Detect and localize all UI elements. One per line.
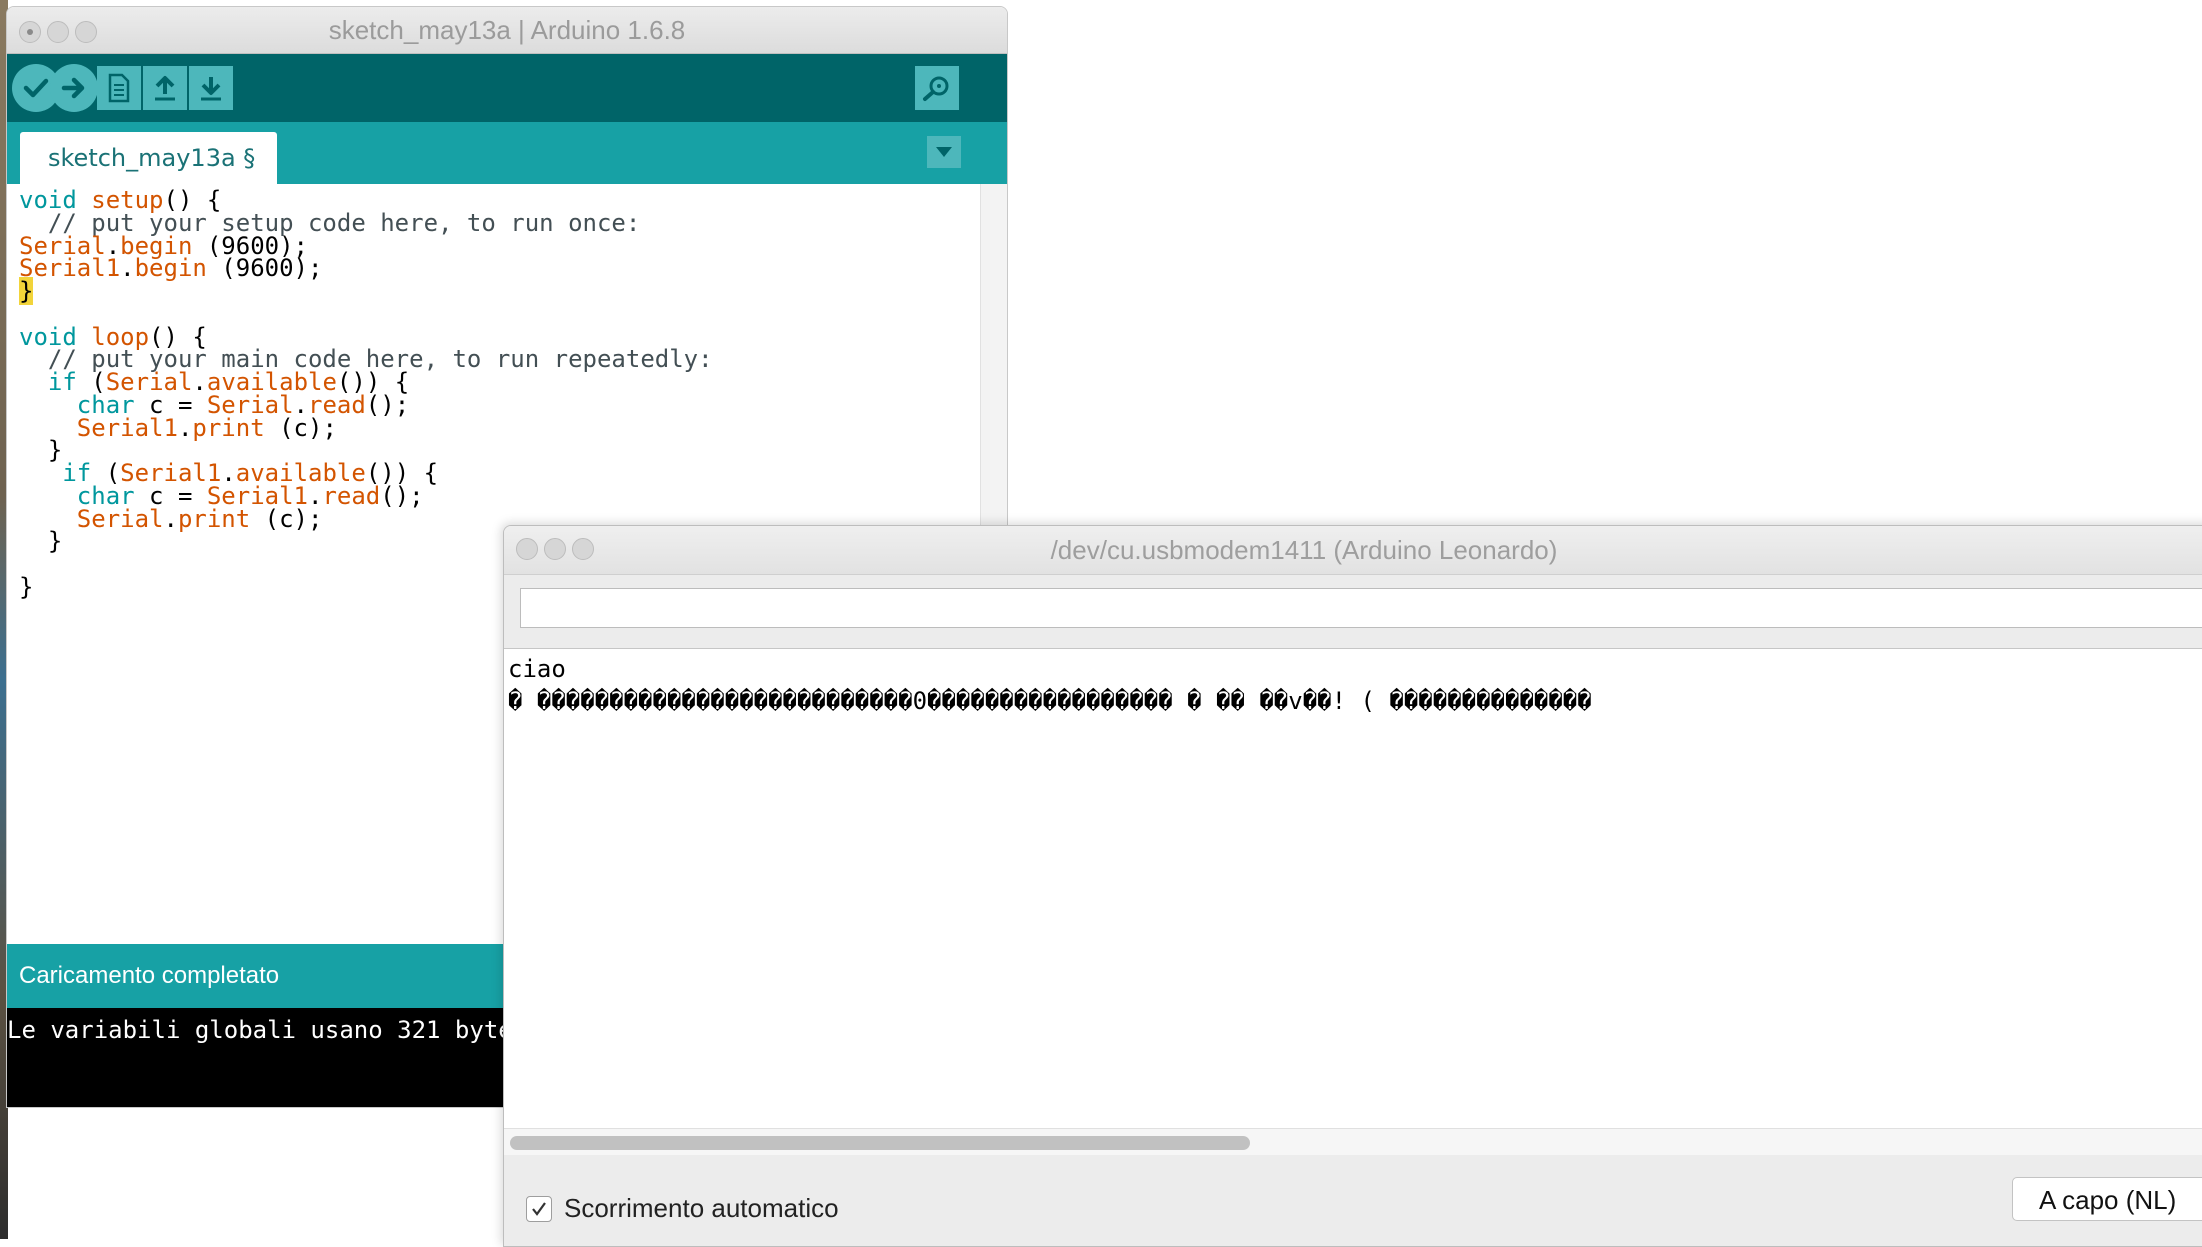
output-line: � ��������������������������0�����������… [508, 687, 1592, 715]
code-line[interactable]: Serial1.print (c); [19, 412, 337, 444]
open-sketch-button[interactable] [143, 66, 187, 110]
code-token: begin [134, 254, 207, 283]
code-token: . [177, 413, 193, 442]
autoscroll-option[interactable]: Scorrimento automatico [526, 1193, 839, 1224]
checkmark-icon [532, 1201, 546, 1216]
magnifier-icon [923, 76, 949, 101]
serial-close-button[interactable] [516, 538, 538, 560]
code-token: (); [365, 390, 410, 419]
code-token: } [19, 572, 34, 601]
save-sketch-button[interactable] [189, 66, 233, 110]
autoscroll-checkbox[interactable] [526, 1195, 552, 1222]
line-ending-select[interactable]: A capo (NL) [2012, 1177, 2202, 1221]
serial-minimize-button[interactable] [544, 538, 566, 560]
serial-titlebar[interactable]: /dev/cu.usbmodem1411 (Arduino Leonardo) [504, 526, 2202, 575]
autoscroll-label: Scorrimento automatico [564, 1193, 839, 1223]
code-line[interactable]: } [19, 525, 62, 557]
serial-window-title: /dev/cu.usbmodem1411 (Arduino Leonardo) [1050, 535, 1558, 565]
output-horizontal-scrollbar[interactable] [504, 1128, 2202, 1155]
code-token: Serial [76, 504, 164, 533]
arrow-down-icon [201, 77, 221, 101]
code-token: Serial1 [76, 413, 178, 442]
triangle-down-icon [936, 147, 952, 157]
tab-sketch[interactable]: sketch_may13a § [20, 132, 278, 184]
document-icon [108, 73, 130, 103]
arrow-up-icon [155, 76, 175, 101]
code-line[interactable]: } [19, 571, 33, 603]
arrow-right-icon [61, 77, 85, 99]
code-line[interactable]: Serial.print (c); [19, 503, 323, 535]
code-token: print [192, 413, 265, 442]
code-token: print [177, 504, 251, 533]
code-token: Serial1 [19, 254, 121, 283]
code-line[interactable]: Serial1.begin (9600); [19, 252, 322, 284]
code-token: . [163, 504, 178, 533]
ide-titlebar[interactable]: sketch_may13a | Arduino 1.6.8 [7, 7, 1007, 54]
ide-window-title: sketch_may13a | Arduino 1.6.8 [328, 15, 686, 45]
new-sketch-button[interactable] [97, 66, 141, 110]
checkmark-icon [23, 78, 49, 98]
code-line[interactable]: } [19, 275, 34, 307]
code-token: } [19, 527, 63, 556]
upload-button[interactable] [50, 64, 98, 112]
code-token: read [322, 481, 381, 510]
serial-monitor-window: /dev/cu.usbmodem1411 (Arduino Leonardo) … [503, 525, 2202, 1247]
scrollbar-thumb[interactable] [510, 1136, 1250, 1150]
code-token: (c); [264, 413, 337, 442]
output-line: ciao [508, 655, 566, 683]
serial-monitor-button[interactable] [915, 66, 959, 110]
code-token: } [19, 277, 34, 305]
code-token: (); [380, 481, 424, 510]
code-token: (c); [250, 504, 323, 533]
ide-toolbar [7, 54, 1007, 122]
serial-footer: Scorrimento automatico A capo (NL) [504, 1155, 2202, 1246]
code-token: . [120, 254, 135, 283]
serial-output: ciao � ��������������������������0������… [504, 648, 2202, 1129]
tab-menu-button[interactable] [927, 136, 961, 168]
serial-zoom-button[interactable] [572, 538, 594, 560]
console-line: Le variabili globali usano 321 byte [7, 1016, 513, 1044]
code-token: (9600); [206, 254, 323, 283]
serial-send-input[interactable] [520, 588, 2202, 628]
ide-tabbar: sketch_may13a § [7, 122, 1007, 184]
